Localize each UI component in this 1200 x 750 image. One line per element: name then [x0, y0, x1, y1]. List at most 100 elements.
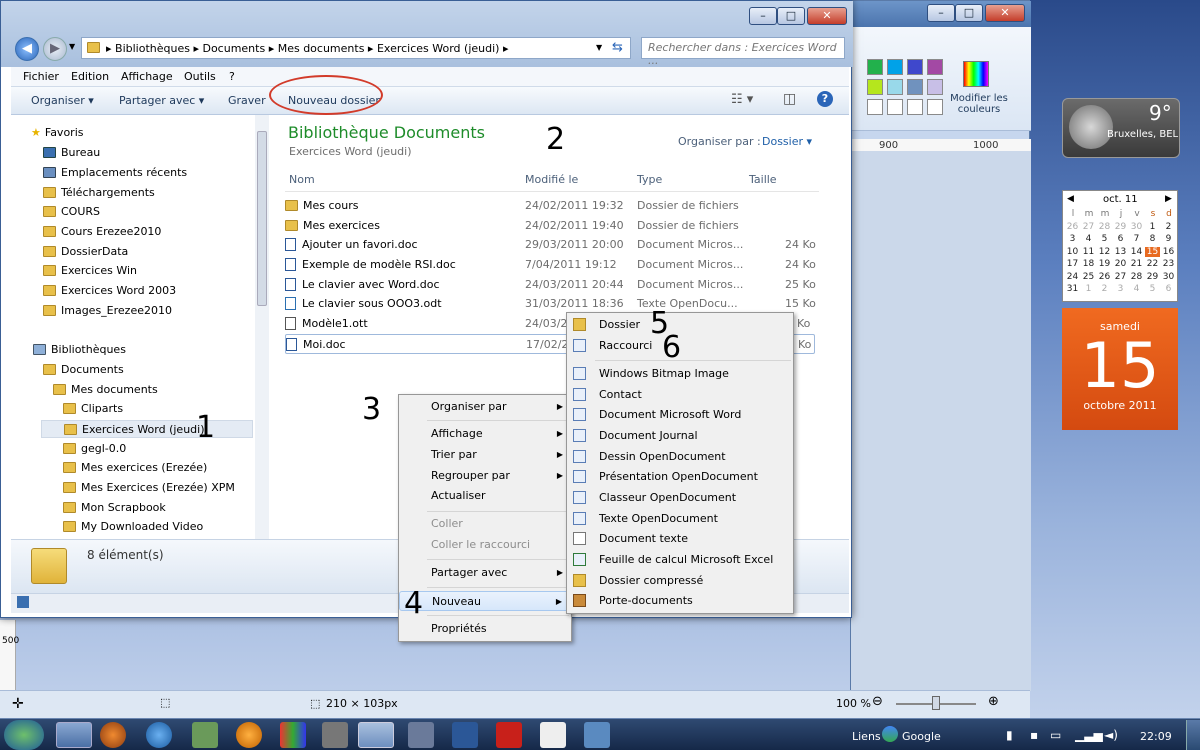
new-briefcase-item[interactable]: Porte-documents	[567, 591, 793, 611]
power-icon[interactable]: ▭	[1050, 728, 1061, 742]
calendar-day[interactable]: 15	[1145, 246, 1160, 257]
nav-item-scrapbook[interactable]: Mon Scrapbook	[63, 499, 166, 517]
google-icon[interactable]	[882, 726, 898, 742]
burn-button[interactable]: Graver	[228, 94, 266, 107]
maximize-button[interactable]: □	[955, 4, 983, 22]
nav-item-downloaded-video[interactable]: My Downloaded Video	[63, 518, 203, 536]
menu-outils[interactable]: Outils	[184, 70, 216, 83]
calendar-day[interactable]: 16	[1161, 247, 1176, 257]
new-text-doc-item[interactable]: Document texte	[567, 529, 793, 549]
nav-item-recent[interactable]: Emplacements récents	[43, 164, 187, 182]
color-swatch[interactable]	[887, 99, 903, 115]
calendar-day[interactable]: 5	[1097, 234, 1112, 244]
nav-item-cours[interactable]: COURS	[43, 203, 100, 221]
ctx-properties[interactable]: Propriétés	[399, 619, 571, 639]
calendar-day[interactable]: 23	[1161, 259, 1176, 269]
network-icon[interactable]: ▮	[1006, 728, 1013, 742]
calendar-day[interactable]: 25	[1081, 272, 1096, 282]
calendar-day[interactable]: 1	[1145, 222, 1160, 232]
calendar-day[interactable]: 4	[1081, 234, 1096, 244]
prev-month-icon[interactable]: ◀	[1067, 194, 1074, 204]
ctx-paste-shortcut[interactable]: Coller le raccourci	[399, 535, 571, 555]
organize-button[interactable]: Organiser ▾	[31, 94, 94, 107]
new-contact-item[interactable]: Contact	[567, 385, 793, 405]
new-od-presentation-item[interactable]: Présentation OpenDocument	[567, 467, 793, 487]
color-swatch[interactable]	[907, 59, 923, 75]
color-swatch[interactable]	[927, 79, 943, 95]
column-type[interactable]: Type	[637, 173, 662, 186]
color-swatch[interactable]	[907, 79, 923, 95]
calendar-day[interactable]: 30	[1161, 272, 1176, 282]
app-icon[interactable]	[408, 722, 434, 748]
calendar-day[interactable]: 9	[1161, 234, 1176, 244]
ctx-paste[interactable]: Coller	[399, 514, 571, 534]
calendar-day[interactable]: 3	[1113, 284, 1128, 294]
paint-canvas-area[interactable]	[851, 151, 1031, 691]
address-bar[interactable]: ▸ Bibliothèques ▸ Documents ▸ Mes docume…	[81, 37, 631, 59]
new-od-text-item[interactable]: Texte OpenDocument	[567, 509, 793, 529]
calendar-day[interactable]: 31	[1065, 284, 1080, 294]
table-row[interactable]: Le clavier sous OOO3.odt 31/03/2011 18:36…	[285, 294, 816, 314]
calendar-day[interactable]: 26	[1065, 222, 1080, 232]
paint-task-icon[interactable]	[280, 722, 306, 748]
calendar-day[interactable]: 18	[1081, 259, 1096, 269]
nav-item-downloads[interactable]: Téléchargements	[43, 184, 155, 202]
address-dropdown-icon[interactable]: ▼	[596, 43, 602, 52]
nav-item-exercices-word-2003[interactable]: Exercices Word 2003	[43, 282, 176, 300]
clock[interactable]: 22:09	[1140, 730, 1172, 743]
new-od-spreadsheet-item[interactable]: Classeur OpenDocument	[567, 488, 793, 508]
app-icon[interactable]	[192, 722, 218, 748]
minimize-button[interactable]: –	[927, 4, 955, 22]
nav-libraries[interactable]: Bibliothèques	[33, 341, 126, 359]
table-row[interactable]: Mes cours 24/02/2011 19:32 Dossier de fich…	[285, 196, 815, 216]
calendar-day[interactable]: 2	[1097, 284, 1112, 294]
nav-scrollbar[interactable]	[255, 115, 269, 539]
breadcrumb-item[interactable]: Bibliothèques	[115, 42, 190, 55]
calendar-day[interactable]: 29	[1145, 272, 1160, 282]
color-swatch[interactable]	[867, 59, 883, 75]
control-panel-icon[interactable]	[358, 722, 394, 748]
calendar-day[interactable]: 12	[1097, 247, 1112, 257]
calendar-day[interactable]: 5	[1145, 284, 1160, 294]
ctx-share-with[interactable]: Partager avec ▶	[399, 563, 571, 583]
calendar-day[interactable]: 27	[1081, 222, 1096, 232]
show-desktop-button[interactable]	[1186, 720, 1200, 750]
color-swatch[interactable]	[907, 99, 923, 115]
calendar-day[interactable]: 21	[1129, 259, 1144, 269]
tray-icon[interactable]: ▪	[1030, 728, 1038, 742]
calendar-day[interactable]: 28	[1129, 272, 1144, 282]
app-icon[interactable]	[584, 722, 610, 748]
ctx-organize-by[interactable]: Organiser par ▶	[399, 397, 571, 417]
zoom-slider-thumb[interactable]	[932, 696, 940, 710]
maximize-button[interactable]: □	[777, 7, 805, 25]
calendar-day[interactable]: 1	[1081, 284, 1096, 294]
calendar-day[interactable]: 11	[1081, 247, 1096, 257]
start-button[interactable]	[4, 720, 44, 750]
calendar-gadget[interactable]: ◀ oct. 11 ▶ l m m j v s d 26 27 28 29 30 1 2 3 4 5 6 7 8 9 10…	[1062, 190, 1178, 302]
scrollbar-thumb[interactable]	[257, 131, 267, 306]
calendar-day[interactable]: 14	[1129, 247, 1144, 257]
table-row[interactable]: Mes exercices 24/02/2011 19:40 Dossier de …	[285, 216, 815, 236]
table-row[interactable]: Le clavier avec Word.doc 24/03/2011 20:44…	[285, 275, 816, 295]
breadcrumb[interactable]: ▸ Bibliothèques ▸ Documents ▸ Mes docume…	[106, 42, 509, 55]
calendar-day[interactable]: 20	[1113, 259, 1128, 269]
minimize-button[interactable]: –	[749, 7, 777, 25]
calendar-day[interactable]: 4	[1129, 284, 1144, 294]
ctx-sort-by[interactable]: Trier par ▶	[399, 445, 571, 465]
acrobat-icon[interactable]	[496, 722, 522, 748]
nav-item-bureau[interactable]: Bureau	[43, 144, 100, 162]
back-button[interactable]: ◀	[15, 37, 39, 61]
nav-item-exercices-win[interactable]: Exercices Win	[43, 262, 137, 280]
nav-item-mes-exercices-xpm[interactable]: Mes Exercices (Erezée) XPM	[63, 479, 235, 497]
color-swatch[interactable]	[867, 99, 883, 115]
breadcrumb-item[interactable]: Exercices Word (jeudi)	[377, 42, 500, 55]
new-excel-item[interactable]: Feuille de calcul Microsoft Excel	[567, 550, 793, 570]
breadcrumb-item[interactable]: Documents	[202, 42, 265, 55]
media-player-icon[interactable]	[236, 722, 262, 748]
nav-item-dossierdata[interactable]: DossierData	[43, 243, 128, 261]
share-button[interactable]: Partager avec ▾	[119, 94, 204, 107]
links-toolbar[interactable]: Liens	[852, 730, 881, 743]
recent-pages-icon[interactable]: ▼	[69, 42, 75, 51]
calendar-day[interactable]: 30	[1129, 222, 1144, 232]
table-row[interactable]: Exemple de modèle RSI.doc 7/04/2011 19:12…	[285, 255, 816, 275]
